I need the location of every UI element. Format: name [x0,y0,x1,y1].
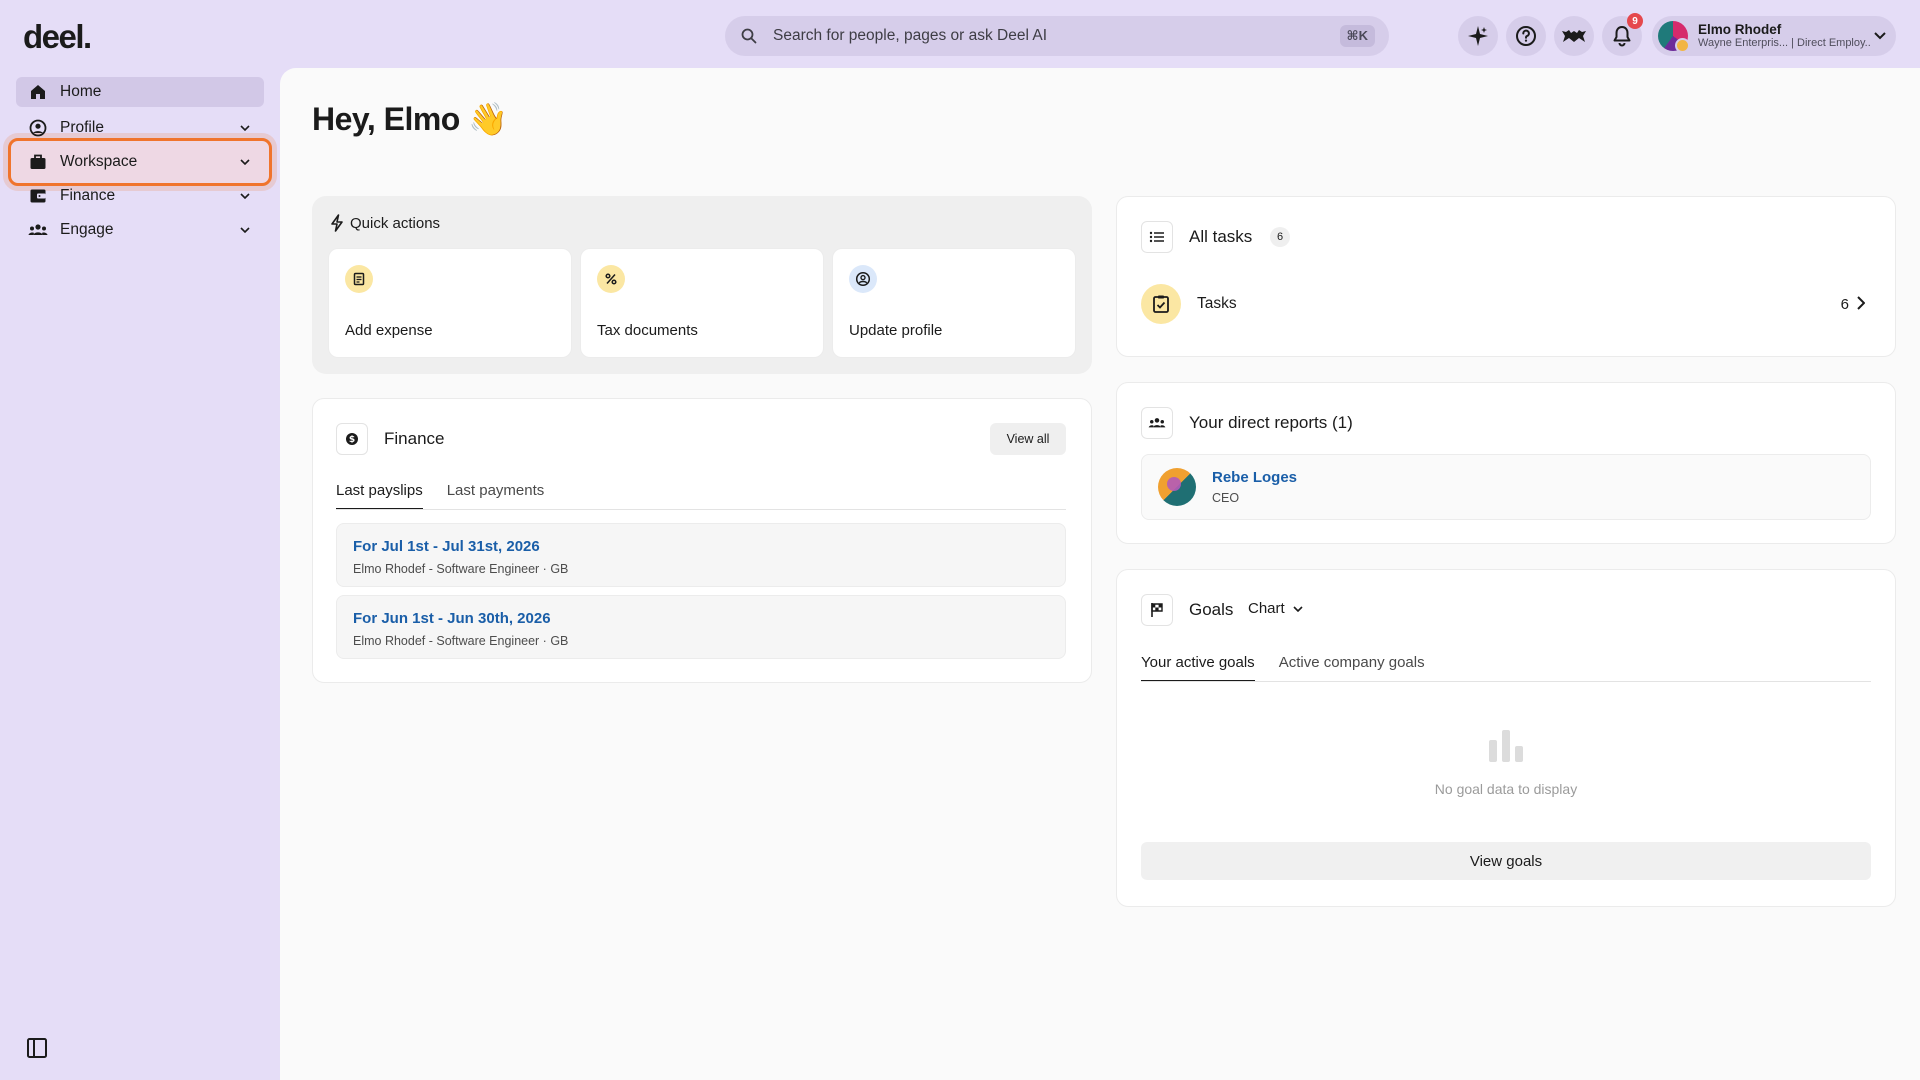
list-item[interactable]: For Jun 1st - Jun 30th, 2026 Elmo Rhodef… [336,595,1066,659]
tab-your-active-goals[interactable]: Your active goals [1141,654,1255,682]
percent-icon [597,265,625,293]
bar-chart-icon [1489,730,1523,762]
report-role: CEO [1212,491,1240,505]
chevron-down-icon [238,227,252,233]
finance-tabs: Last payslips Last payments [336,482,568,510]
profile-icon [28,118,48,138]
sidebar-item-label: Engage [60,221,114,238]
wayne-logo-button[interactable] [1554,16,1594,56]
view-all-button[interactable]: View all [990,423,1066,455]
tasks-row-count: 6 [1840,295,1849,313]
list-icon [1141,221,1173,253]
help-button[interactable] [1506,16,1546,56]
chevron-right-icon [1857,295,1866,313]
ai-sparkle-button[interactable] [1458,16,1498,56]
view-goals-button[interactable]: View goals [1141,842,1871,880]
tabs-divider [336,509,1066,510]
list-item[interactable]: For Jul 1st - Jul 31st, 2026 Elmo Rhodef… [336,523,1066,587]
user-circle-icon [849,265,877,293]
chevron-down-icon [238,159,252,165]
direct-reports-title: Your direct reports (1) [1189,413,1353,432]
payslip-title[interactable]: For Jul 1st - Jul 31st, 2026 [353,538,1049,555]
direct-report-item[interactable]: Rebe Loges CEO [1141,454,1871,520]
bell-icon [1613,26,1631,47]
clipboard-check-icon [1141,284,1181,324]
sidebar-item-engage[interactable]: Engage [16,215,264,245]
chevron-down-icon [238,125,252,131]
avatar [1158,468,1196,506]
quick-actions-title: Quick actions [350,214,441,232]
payslip-subtitle: Elmo Rhodef - Software Engineer · GB [353,634,569,648]
receipt-icon [345,265,373,293]
chevron-down-icon [1293,605,1303,612]
bat-icon [1562,30,1586,42]
quick-actions-header: Quick actions [330,214,440,232]
sidebar-item-label: Profile [60,119,104,136]
sidebar-collapse-icon[interactable] [26,1037,48,1059]
page-title: Hey, Elmo 👋 [312,101,508,137]
tasks-row-label: Tasks [1197,295,1237,312]
quick-action-label: Update profile [849,322,943,339]
search-icon [739,26,759,46]
tab-last-payslips[interactable]: Last payslips [336,482,423,510]
sidebar-item-label: Workspace [60,153,138,170]
dollar-icon: $ [336,423,368,455]
goals-title: Goals [1189,600,1234,619]
deel-logo[interactable]: deel. [23,18,92,56]
sidebar-item-finance[interactable]: Finance [16,181,264,211]
avatar [1658,21,1690,53]
wallet-icon [28,186,48,206]
flag-icon [1141,594,1173,626]
user-menu[interactable]: Elmo Rhodef Wayne Enterpris... | Direct … [1652,16,1896,56]
add-expense-button[interactable]: Add expense [328,248,572,358]
payslip-subtitle: Elmo Rhodef - Software Engineer · GB [353,562,569,576]
search-shortcut: ⌘K [1339,25,1375,47]
user-name: Elmo Rhodef [1698,22,1782,37]
tasks-card [1116,196,1896,357]
finance-title: Finance [384,429,445,448]
people-icon [1141,407,1173,439]
update-profile-button[interactable]: Update profile [832,248,1076,358]
tasks-row[interactable]: Tasks 6 [1141,284,1866,324]
tasks-count-badge: 6 [1270,227,1290,247]
search-placeholder: Search for people, pages or ask Deel AI [773,27,1047,44]
goals-empty-text: No goal data to display [1434,781,1578,797]
tab-active-company-goals[interactable]: Active company goals [1279,654,1425,682]
help-icon [1516,26,1536,46]
chevron-down-icon [1870,32,1890,40]
notification-badge: 9 [1627,13,1643,29]
report-name[interactable]: Rebe Loges [1212,469,1297,486]
sidebar-item-profile[interactable]: Profile [16,113,264,143]
people-icon [28,220,48,240]
lightning-icon [331,214,343,232]
tab-last-payments[interactable]: Last payments [447,482,545,510]
quick-action-label: Tax documents [597,322,698,339]
goals-view-select[interactable]: Chart [1248,600,1303,617]
sidebar-item-home[interactable]: Home [16,77,264,107]
tax-documents-button[interactable]: Tax documents [580,248,824,358]
tabs-divider [1141,681,1871,682]
sidebar-item-label: Home [60,83,102,100]
user-subtitle: Wayne Enterpris... | Direct Employ... [1698,37,1870,50]
sidebar-item-workspace[interactable]: Workspace [16,147,264,177]
goals-tabs: Your active goals Active company goals [1141,654,1449,682]
quick-action-label: Add expense [345,322,433,339]
briefcase-icon [28,152,48,172]
payslip-title[interactable]: For Jun 1st - Jun 30th, 2026 [353,610,1049,627]
sidebar-item-label: Finance [60,187,116,204]
search-bar[interactable]: Search for people, pages or ask Deel AI … [725,16,1389,56]
chevron-down-icon [238,193,252,199]
home-icon [28,82,48,102]
goals-view-value: Chart [1248,600,1285,617]
tasks-title: All tasks [1189,227,1253,246]
svg-text:$: $ [349,435,355,445]
notifications-button[interactable]: 9 [1602,13,1643,56]
sparkle-icon [1468,26,1488,46]
